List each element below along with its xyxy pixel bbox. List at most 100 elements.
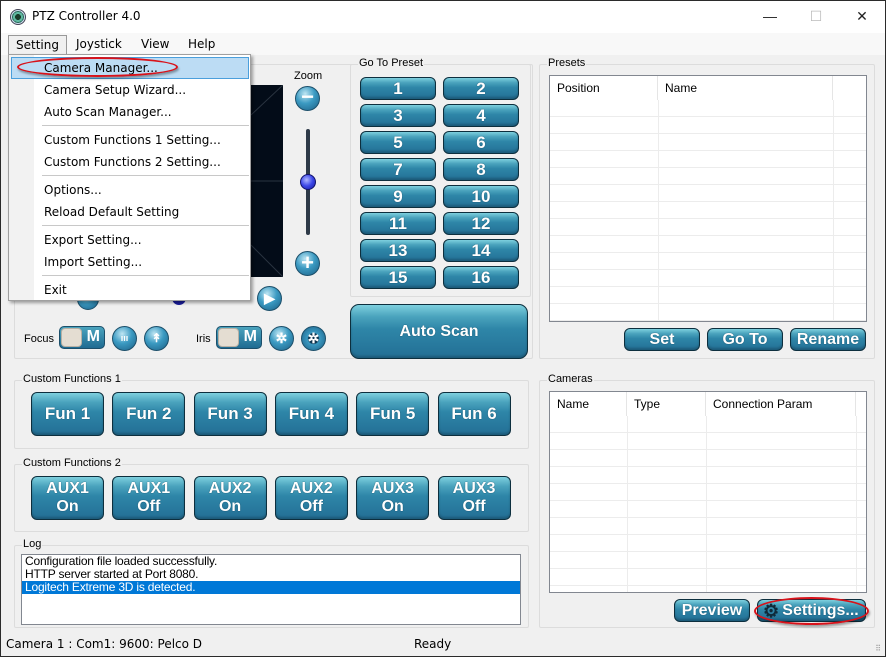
custom-functions-2-title: Custom Functions 2 xyxy=(22,457,122,469)
preset-button-15[interactable]: 15 xyxy=(360,266,436,289)
pan-right-icon[interactable]: ▶ xyxy=(257,286,282,311)
menu-item-camera-manager[interactable]: Camera Manager... xyxy=(11,57,249,79)
resize-grip-icon[interactable]: ⠿ xyxy=(875,644,881,653)
column-header-connection-param[interactable]: Connection Param xyxy=(706,392,856,416)
menu-item-custom-functions-1-setting[interactable]: Custom Functions 1 Setting... xyxy=(11,129,249,151)
status-camera-info: Camera 1 : Com1: 9600: Pelco D xyxy=(6,637,203,651)
set-preset-button[interactable]: Set xyxy=(624,328,700,351)
rename-preset-button[interactable]: Rename xyxy=(790,328,866,351)
aux-button-line2: Off xyxy=(462,498,486,515)
aux-button-line2: On xyxy=(381,498,404,515)
aux-button-aux3-off[interactable]: AUX3 Off xyxy=(437,476,511,520)
aux-button-aux2-on[interactable]: AUX2 On xyxy=(193,476,267,520)
menu-separator xyxy=(42,275,249,276)
preset-button-4[interactable]: 4 xyxy=(443,104,519,127)
menu-bar: Setting Joystick View Help xyxy=(1,33,885,55)
preset-button-12[interactable]: 12 xyxy=(443,212,519,235)
minimize-button[interactable]: — xyxy=(747,1,793,31)
menu-item-reload-default-setting[interactable]: Reload Default Setting xyxy=(11,201,249,223)
preset-button-1[interactable]: 1 xyxy=(360,77,436,100)
aux-button-aux3-on[interactable]: AUX3 On xyxy=(356,476,430,520)
focus-mode-toggle[interactable]: M xyxy=(59,326,105,349)
fun-button-4[interactable]: Fun 4 xyxy=(274,392,348,436)
presets-title: Presets xyxy=(547,57,587,69)
menu-help[interactable]: Help xyxy=(181,35,222,55)
menu-item-exit[interactable]: Exit xyxy=(11,279,249,301)
status-text: Ready xyxy=(414,637,452,651)
aux-button-aux1-on[interactable]: AUX1 On xyxy=(31,476,104,520)
aux-button-line1: AUX2 xyxy=(290,480,333,497)
iris-close-icon[interactable]: ✲ xyxy=(301,326,326,351)
menu-separator xyxy=(42,125,249,126)
log-list[interactable]: Configuration file loaded successfully. H… xyxy=(21,554,521,625)
preset-button-13[interactable]: 13 xyxy=(360,239,436,262)
preset-button-9[interactable]: 9 xyxy=(360,185,436,208)
preset-button-6[interactable]: 6 xyxy=(443,131,519,154)
cameras-list[interactable]: Name Type Connection Param xyxy=(549,391,867,593)
iris-mode-toggle[interactable]: M xyxy=(216,326,262,349)
column-header-position[interactable]: Position xyxy=(550,76,658,100)
aux-button-aux1-off[interactable]: AUX1 Off xyxy=(112,476,186,520)
preset-button-5[interactable]: 5 xyxy=(360,131,436,154)
eye-icon xyxy=(10,9,26,25)
camera-settings-button[interactable]: ⚙ Settings... xyxy=(757,599,866,622)
preset-button-10[interactable]: 10 xyxy=(443,185,519,208)
camera-settings-label: Settings... xyxy=(782,602,859,619)
zoom-in-icon[interactable]: + xyxy=(295,251,320,276)
fun-button-1[interactable]: Fun 1 xyxy=(31,392,104,436)
column-header-type[interactable]: Type xyxy=(627,392,706,416)
status-bar: Camera 1 : Com1: 9600: Pelco D Ready ⠿ xyxy=(1,632,885,656)
aux-button-line2: Off xyxy=(137,498,161,515)
preset-button-7[interactable]: 7 xyxy=(360,158,436,181)
toggle-label: M xyxy=(86,328,100,345)
aux-button-line1: AUX1 xyxy=(46,480,89,497)
menu-joystick[interactable]: Joystick xyxy=(69,35,129,55)
zoom-out-icon[interactable]: − xyxy=(295,86,320,111)
grid-line xyxy=(833,100,834,321)
maximize-button[interactable]: ☐ xyxy=(793,1,839,31)
goto-preset-button[interactable]: Go To xyxy=(707,328,783,351)
menu-view[interactable]: View xyxy=(134,35,176,55)
menu-item-custom-functions-2-setting[interactable]: Custom Functions 2 Setting... xyxy=(11,151,249,173)
go-to-preset-title: Go To Preset xyxy=(358,57,424,69)
menu-item-auto-scan-manager[interactable]: Auto Scan Manager... xyxy=(11,101,249,123)
preset-button-14[interactable]: 14 xyxy=(443,239,519,262)
auto-scan-button[interactable]: Auto Scan xyxy=(350,304,528,359)
grid-line xyxy=(627,416,628,592)
menu-item-import-setting[interactable]: Import Setting... xyxy=(11,251,249,273)
column-header-name[interactable]: Name xyxy=(550,392,627,416)
zoom-slider-thumb[interactable] xyxy=(300,174,316,190)
app-window: PTZ Controller 4.0 — ☐ ✕ Setting Joystic… xyxy=(0,0,886,657)
fun-button-3[interactable]: Fun 3 xyxy=(193,392,267,436)
preset-button-8[interactable]: 8 xyxy=(443,158,519,181)
log-line[interactable]: Logitech Extreme 3D is detected. xyxy=(22,581,520,594)
preset-button-11[interactable]: 11 xyxy=(360,212,436,235)
presets-list[interactable]: Position Name xyxy=(549,75,867,322)
focus-far-icon[interactable]: ııı xyxy=(112,326,137,351)
cameras-title: Cameras xyxy=(547,373,594,385)
menu-setting[interactable]: Setting xyxy=(8,35,67,55)
menu-item-export-setting[interactable]: Export Setting... xyxy=(11,229,249,251)
iris-open-icon[interactable]: ✲ xyxy=(269,326,294,351)
close-button[interactable]: ✕ xyxy=(839,1,885,31)
joystick-pad[interactable] xyxy=(251,85,283,277)
focus-near-icon[interactable]: ↟ xyxy=(144,326,169,351)
window-title: PTZ Controller 4.0 xyxy=(32,9,141,23)
presets-list-grid xyxy=(550,100,866,321)
grid-line xyxy=(706,416,707,592)
menu-item-options[interactable]: Options... xyxy=(11,179,249,201)
fun-button-2[interactable]: Fun 2 xyxy=(112,392,186,436)
preset-button-3[interactable]: 3 xyxy=(360,104,436,127)
gear-icon: ⚙ xyxy=(763,601,780,621)
title-bar: PTZ Controller 4.0 — ☐ ✕ xyxy=(1,1,885,33)
aux-button-line2: On xyxy=(56,498,79,515)
preset-button-2[interactable]: 2 xyxy=(443,77,519,100)
column-header-name[interactable]: Name xyxy=(658,76,833,100)
fun-button-6[interactable]: Fun 6 xyxy=(437,392,511,436)
menu-item-camera-setup-wizard[interactable]: Camera Setup Wizard... xyxy=(11,79,249,101)
preset-button-16[interactable]: 16 xyxy=(443,266,519,289)
fun-button-5[interactable]: Fun 5 xyxy=(356,392,430,436)
preview-button[interactable]: Preview xyxy=(674,599,750,622)
setting-dropdown-menu: Camera Manager... Camera Setup Wizard... A… xyxy=(8,54,251,301)
aux-button-aux2-off[interactable]: AUX2 Off xyxy=(274,476,348,520)
